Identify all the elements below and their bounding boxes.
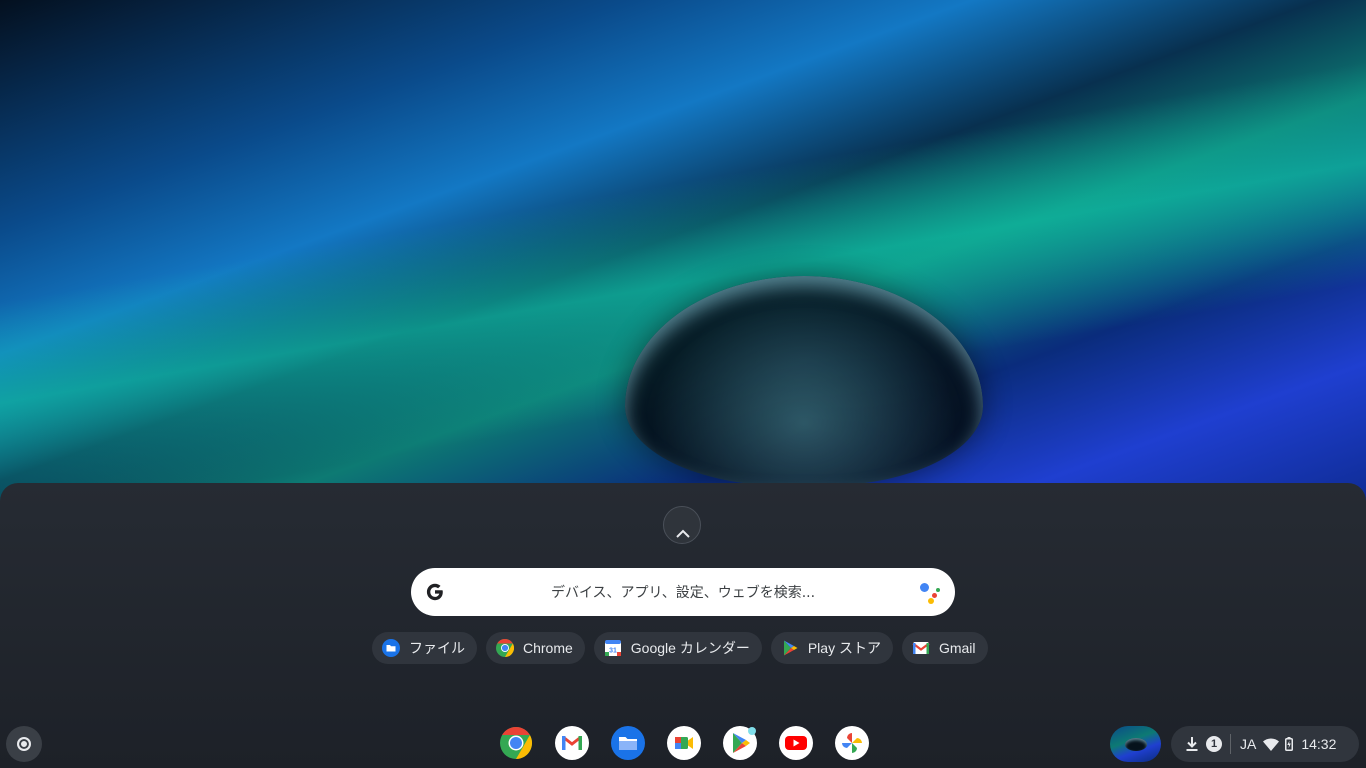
suggestion-label: ファイル [409, 640, 465, 656]
download-icon [1186, 737, 1198, 751]
suggestion-chip-gmail[interactable]: Gmail [901, 632, 988, 664]
suggestion-label: Gmail [938, 640, 976, 656]
expand-launcher-button[interactable] [663, 506, 701, 544]
suggestion-label: Chrome [523, 640, 573, 656]
suggestion-chip-google-calendar[interactable]: 31 Google カレンダー [593, 632, 762, 664]
suggestion-chip-files[interactable]: ファイル [372, 632, 477, 664]
clock: 14:32 [1301, 736, 1337, 752]
suggestion-label: Play ストア [807, 640, 881, 656]
gmail-icon [912, 642, 930, 654]
wifi-icon [1263, 737, 1280, 751]
suggestion-chip-chrome[interactable]: Chrome [486, 632, 585, 664]
youtube-icon[interactable] [779, 726, 813, 760]
files-icon [382, 639, 400, 657]
play-store-icon[interactable] [723, 726, 757, 760]
suggested-apps-row: ファイル Chrome 31 Google カレンダー Play ストア Gma… [372, 632, 988, 664]
google-assistant-icon[interactable] [918, 581, 942, 605]
battery-charging-icon [1285, 737, 1294, 751]
play-store-icon [783, 640, 798, 656]
google-photos-icon[interactable] [835, 726, 869, 760]
status-area[interactable]: 1 JA 14:32 [1171, 726, 1359, 762]
status-divider [1230, 734, 1231, 754]
chrome-icon [496, 639, 514, 657]
virtual-desk-thumbnail[interactable] [1110, 726, 1161, 762]
files-icon[interactable] [611, 726, 645, 760]
ime-indicator: JA [1240, 736, 1257, 752]
notification-count-badge: 1 [1206, 736, 1222, 752]
google-meet-icon[interactable] [667, 726, 701, 760]
suggestion-label: Google カレンダー [630, 640, 750, 656]
google-calendar-icon: 31 [604, 640, 621, 656]
svg-text:31: 31 [609, 648, 617, 655]
chrome-icon[interactable] [499, 726, 533, 760]
launcher-button[interactable] [6, 726, 42, 762]
launcher-search-box[interactable]: デバイス、アプリ、設定、ウェブを検索... [411, 568, 955, 616]
gmail-icon[interactable] [555, 726, 589, 760]
chevron-up-icon [676, 529, 690, 538]
suggestion-chip-play-store[interactable]: Play ストア [770, 632, 893, 664]
search-placeholder-text: デバイス、アプリ、設定、ウェブを検索... [550, 585, 816, 601]
